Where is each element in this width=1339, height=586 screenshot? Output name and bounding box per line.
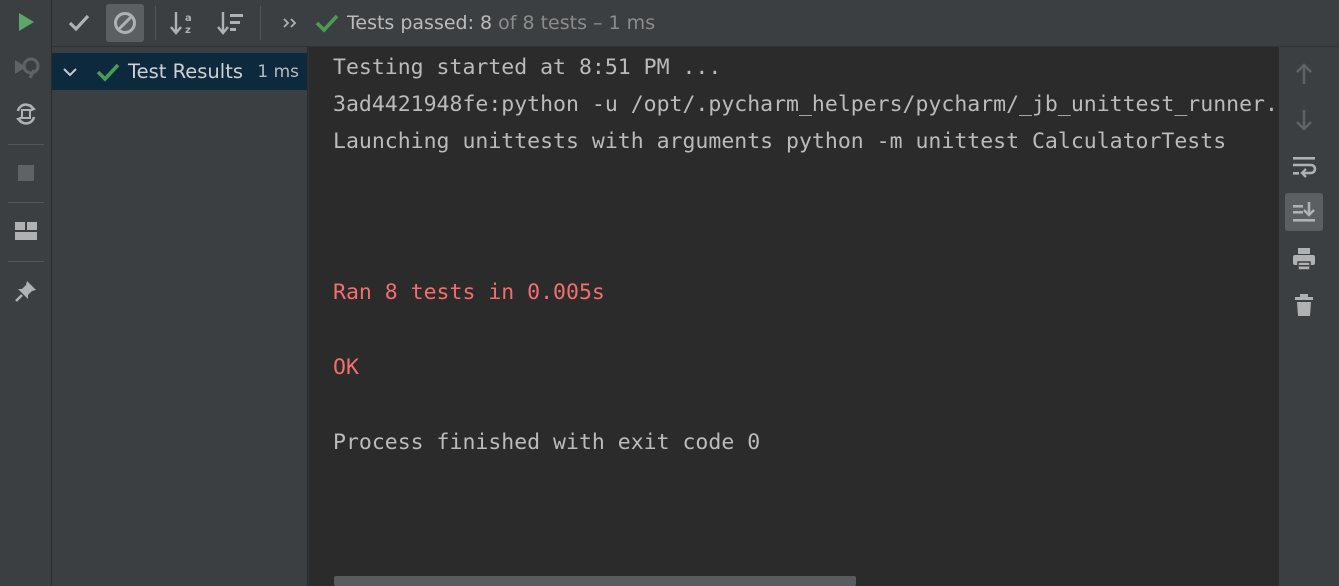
scroll-to-end-icon[interactable] — [1285, 193, 1323, 231]
print-icon[interactable] — [1285, 240, 1323, 278]
stop-icon[interactable] — [8, 155, 44, 191]
tree-node-label: Test Results — [128, 60, 244, 83]
status-label: Tests passed: — [347, 12, 475, 34]
console-line: 3ad4421948fe:python -u /opt/.pycharm_hel… — [333, 92, 1279, 117]
console-line: Process finished with exit code 0 — [333, 430, 761, 455]
separator — [8, 144, 44, 145]
down-arrow-icon[interactable] — [1285, 101, 1323, 139]
sort-by-duration-icon[interactable] — [212, 4, 250, 42]
test-tree: Test Results 1 ms — [52, 47, 307, 586]
passed-count: 8 — [480, 12, 493, 34]
svg-text:z: z — [185, 25, 191, 36]
up-arrow-icon[interactable] — [1285, 55, 1323, 93]
separator — [155, 6, 156, 40]
tree-node-test-results[interactable]: Test Results 1 ms — [52, 53, 307, 90]
console-line: Testing started at 8:51 PM ... — [333, 55, 722, 80]
separator — [8, 261, 44, 262]
more-icon[interactable] — [273, 4, 307, 42]
console-output[interactable]: Testing started at 8:51 PM ... 3ad442194… — [308, 47, 1279, 586]
separator — [260, 6, 261, 40]
console-line: Ran 8 tests in 0.005s — [333, 280, 605, 305]
console-line: OK — [333, 355, 359, 380]
test-runner-toolbar: a z — [52, 0, 1339, 47]
show-passed-icon[interactable] — [60, 4, 98, 42]
svg-text:a: a — [185, 13, 192, 24]
passed-check-icon — [315, 13, 339, 33]
rerun-failed-icon[interactable] — [8, 50, 44, 86]
console-toolbar — [1279, 47, 1339, 586]
run-icon[interactable] — [8, 4, 44, 40]
console-line: Launching unittests with arguments pytho… — [333, 129, 1227, 154]
tree-node-duration: 1 ms — [257, 61, 299, 82]
layout-icon[interactable] — [8, 213, 44, 249]
show-ignored-icon[interactable] — [106, 4, 144, 42]
left-toolbar — [0, 0, 52, 586]
soft-wrap-icon[interactable] — [1285, 147, 1323, 185]
horizontal-scrollbar[interactable] — [334, 576, 856, 586]
sort-alphabetically-icon[interactable]: a z — [165, 4, 203, 42]
pin-icon[interactable] — [8, 273, 44, 309]
chevron-down-icon[interactable] — [62, 66, 78, 78]
separator — [8, 202, 44, 203]
toggle-auto-test-icon[interactable] — [8, 96, 44, 132]
status-details: of 8 tests – 1 ms — [498, 12, 656, 34]
test-status: Tests passed: 8 of 8 tests – 1 ms — [315, 0, 655, 46]
trash-icon[interactable] — [1285, 286, 1323, 324]
passed-check-icon — [96, 62, 120, 82]
